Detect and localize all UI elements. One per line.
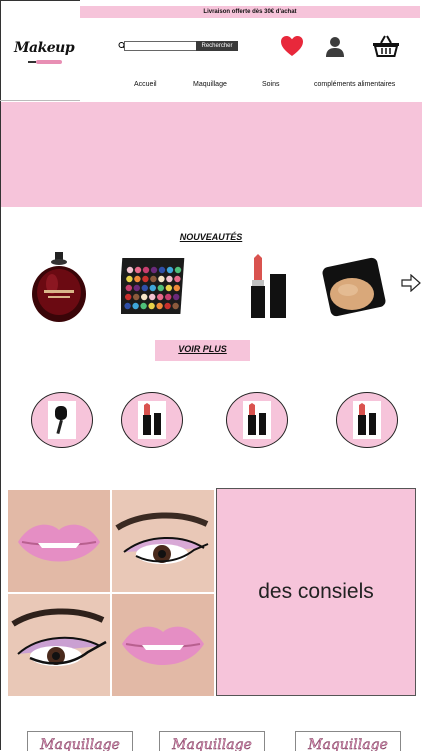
advice-label: des consiels: [258, 580, 374, 603]
category-circle-lipstick-3[interactable]: [336, 392, 398, 448]
palette-pan: [149, 293, 156, 301]
nav-item-maquillage[interactable]: Maquillage: [193, 81, 227, 88]
search-input[interactable]: [124, 41, 200, 51]
category-circle-brush[interactable]: [31, 392, 93, 448]
palette-pan: [132, 302, 139, 310]
palette-pan: [158, 266, 166, 274]
nav-item-accueil[interactable]: Accueil: [134, 81, 157, 88]
lipstick-icon: [248, 403, 266, 435]
brush-icon: [55, 406, 67, 435]
palette-pan: [134, 275, 141, 283]
brand-logo-image: Maquillage: [39, 737, 120, 751]
brush-thumbnail: [48, 401, 76, 439]
lips-photo[interactable]: [8, 490, 110, 592]
brand-card-2[interactable]: Maquillage: [159, 731, 265, 751]
palette-pan: [133, 284, 140, 292]
compact-powder-product-image[interactable]: [320, 248, 390, 328]
palette-pan: [157, 293, 164, 301]
lipstick-icon: [143, 403, 161, 435]
page-frame-top: [0, 0, 80, 1]
search-button[interactable]: Rechercher: [196, 41, 238, 51]
palette-pan: [166, 266, 174, 274]
brand-logo-image: Maquillage: [171, 737, 252, 751]
heart-icon[interactable]: [280, 35, 304, 57]
user-icon[interactable]: [325, 36, 345, 58]
palette-pan: [141, 293, 148, 301]
svg-text:Maquillage: Maquillage: [39, 737, 120, 751]
brand-card-3[interactable]: Maquillage: [295, 731, 401, 751]
palette-pan: [141, 284, 148, 292]
palette-pan: [149, 284, 156, 292]
palette-pan: [150, 266, 158, 274]
palette-pan: [165, 284, 172, 292]
category-circle-lipstick-2[interactable]: [226, 392, 288, 448]
lipstick-product-image[interactable]: [232, 248, 302, 328]
palette-pan: [134, 266, 142, 274]
eyeshadow-palette-product-image[interactable]: [121, 248, 191, 328]
palette-pan: [173, 284, 180, 292]
palette-pan: [158, 275, 165, 283]
lipstick-thumbnail: [243, 401, 271, 439]
header-divider: [0, 100, 80, 101]
logo[interactable]: Makeup: [14, 40, 75, 56]
lipstick-thumbnail: [353, 401, 381, 439]
palette-pan: [164, 302, 171, 310]
cart-icon[interactable]: [372, 34, 400, 58]
palette-pan: [140, 302, 147, 310]
palette-pan: [125, 284, 132, 292]
palette-pan: [156, 302, 163, 310]
nav-item-soins[interactable]: Soins: [262, 81, 280, 88]
palette-pan: [157, 284, 164, 292]
palette-pan: [125, 293, 132, 301]
palette-pan: [148, 302, 155, 310]
svg-text:Maquillage: Maquillage: [171, 737, 252, 751]
nav-item-complements[interactable]: compléments alimentaires: [314, 81, 395, 88]
palette-pan: [173, 293, 180, 301]
palette-pan: [174, 275, 181, 283]
palette-pan: [126, 275, 133, 283]
lipstick-thumbnail: [138, 401, 166, 439]
palette-pan: [142, 275, 149, 283]
eye-makeup-photo[interactable]: [112, 490, 214, 592]
palette-pan: [124, 302, 131, 310]
eyeliner-photo[interactable]: [8, 594, 110, 696]
palette-pan: [142, 266, 150, 274]
lipstick-icon: [358, 403, 376, 435]
brand-logo-image: Maquillage: [307, 737, 388, 751]
carousel-next-arrow-icon[interactable]: [401, 274, 421, 292]
lips-photo-2[interactable]: [112, 594, 214, 696]
palette-pan: [166, 275, 173, 283]
palette-pan: [172, 302, 179, 310]
logo-brush-icon: [28, 60, 62, 64]
palette-pan: [165, 293, 172, 301]
new-arrivals-title: NOUVEAUTÉS: [179, 232, 243, 242]
palette-pan: [133, 293, 140, 301]
brand-card-1[interactable]: Maquillage: [27, 731, 133, 751]
palette-pan: [150, 275, 157, 283]
see-more-button[interactable]: VOIR PLUS: [155, 340, 250, 361]
advice-panel[interactable]: des consiels: [216, 488, 416, 696]
palette-pan: [126, 266, 134, 274]
category-circle-lipstick-1[interactable]: [121, 392, 183, 448]
promo-bar: Livraison offerte dès 30€ d'achat: [80, 6, 420, 18]
perfume-product-image[interactable]: [24, 248, 94, 328]
hero-banner[interactable]: [1, 102, 422, 207]
palette-pan: [174, 266, 182, 274]
search-bar: Rechercher: [118, 41, 238, 51]
svg-text:Maquillage: Maquillage: [307, 737, 388, 751]
